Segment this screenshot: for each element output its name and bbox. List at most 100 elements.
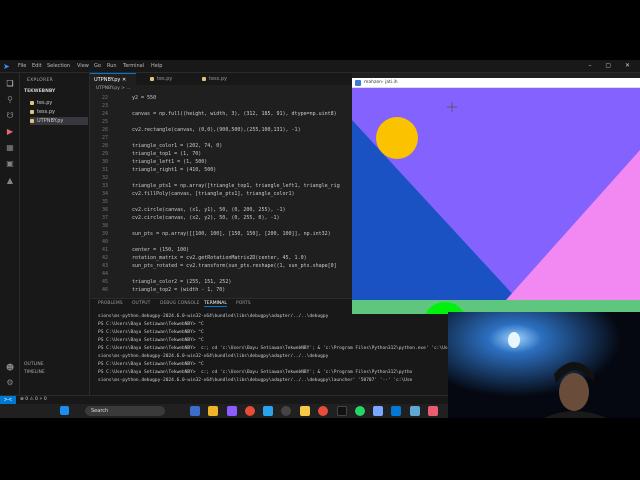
explorer-title: EXPLORER bbox=[27, 78, 54, 83]
menu-file[interactable]: File bbox=[18, 62, 26, 71]
panel-tab-terminal[interactable]: TERMINAL bbox=[204, 301, 227, 307]
menu-help[interactable]: Help bbox=[151, 62, 162, 71]
app-icon[interactable] bbox=[227, 406, 237, 416]
problems-status[interactable]: ⊗ 0 ⚠ 0 ⚡ 0 bbox=[20, 397, 47, 402]
search-label: Search bbox=[91, 408, 109, 414]
tab-label: tes.py bbox=[157, 76, 173, 82]
line-number: 46 bbox=[101, 287, 108, 293]
menu-selection[interactable]: Selection bbox=[47, 62, 70, 71]
chrome-icon[interactable] bbox=[245, 406, 255, 416]
terminal-line: sions\ms-python.debugpy-2024.6.0-win32-x… bbox=[98, 354, 329, 359]
file-label: tess.py bbox=[37, 109, 55, 115]
menu-terminal[interactable]: Terminal bbox=[123, 62, 144, 71]
app-icon[interactable] bbox=[373, 406, 383, 416]
window-controls[interactable]: – ▢ ✕ bbox=[588, 62, 636, 69]
terminal-line: PS C:\Users\Bayu Setiawan\TekwebNBY> c:;… bbox=[98, 346, 448, 351]
letterbox-bottom bbox=[0, 418, 640, 480]
tab-label: tess.py bbox=[209, 76, 227, 82]
vscode-logo-icon: ➤ bbox=[3, 62, 10, 71]
code-editor[interactable]: 22 y2 = 550 23 24 canvas = np.full((height, … bbox=[90, 92, 352, 297]
terminal-line: sions\ms-python.debugpy-2024.6.0-win32-x… bbox=[98, 314, 329, 319]
source-control-icon[interactable]: ☋ bbox=[5, 111, 15, 121]
code-text: rotation_matrix = cv2.getRotationMatrix2… bbox=[132, 255, 307, 261]
file-explorer-icon[interactable] bbox=[208, 406, 218, 416]
file-label: UTPNBY.py bbox=[37, 118, 64, 124]
terminal-line: sions\ms-python.debugpy-2024.6.0-win32-x… bbox=[98, 378, 413, 383]
code-text: canvas = np.full((height, width, 3), (31… bbox=[132, 111, 337, 117]
cv-window-titlebar[interactable]: mahzen- jati.ih bbox=[352, 78, 640, 88]
code-text: cv2.circle(canvas, (x2, y2), 50, (0, 255… bbox=[132, 215, 280, 221]
menu-run[interactable]: Run bbox=[107, 62, 117, 71]
python-icon[interactable] bbox=[410, 406, 420, 416]
terminal-line: PS C:\Users\Bayu Setiawan\TekwebNBY> ^C bbox=[98, 362, 204, 367]
folder-icon[interactable] bbox=[300, 406, 310, 416]
account-icon[interactable]: ☻ bbox=[5, 363, 15, 373]
app-icon[interactable] bbox=[428, 406, 438, 416]
edge-icon[interactable] bbox=[263, 406, 273, 416]
whatsapp-icon[interactable] bbox=[355, 406, 365, 416]
task-view-icon[interactable] bbox=[190, 406, 200, 416]
drawing-canvas[interactable] bbox=[352, 88, 640, 314]
search-icon[interactable]: ⚲ bbox=[5, 95, 15, 105]
code-text: cv2.fillPoly(canvas, [triangle_pts1], tr… bbox=[132, 191, 295, 197]
code-text: sun_pts = np.array([[100, 100], [150, 15… bbox=[132, 231, 331, 237]
code-text: triangle_left1 = (1, 500) bbox=[132, 159, 208, 165]
settings-gear-icon[interactable]: ⚙ bbox=[5, 378, 15, 388]
breadcrumb[interactable]: UTPNBY.py > ... bbox=[96, 86, 131, 91]
windows-start-icon[interactable] bbox=[60, 406, 69, 415]
vscode-titlebar: ➤ File Edit Selection View Go Run Termin… bbox=[0, 60, 640, 73]
code-text: triangle_pts1 = np.array([triangle_top1,… bbox=[132, 183, 340, 189]
yellow-sun bbox=[376, 117, 418, 159]
panel-tab-debug-console[interactable]: DEBUG CONSOLE bbox=[160, 301, 199, 306]
code-text: sun_pts_rotated = cv2.transform(sun_pts.… bbox=[132, 263, 337, 269]
code-line[interactable]: 46 triangle_top2 = (width - 1, 70) bbox=[90, 286, 352, 295]
tab-tes[interactable]: tes.py bbox=[146, 73, 186, 85]
code-text: y2 = 550 bbox=[132, 95, 157, 101]
file-tess-py[interactable]: tess.py bbox=[30, 108, 88, 116]
terminal-line: PS C:\Users\Bayu Setiawan\TekwebNBY> c:;… bbox=[98, 370, 413, 375]
app-icon[interactable] bbox=[318, 406, 328, 416]
menu-view[interactable]: View bbox=[77, 62, 89, 71]
code-text: triangle_right1 = (410, 500) bbox=[132, 167, 217, 173]
python-file-icon bbox=[150, 76, 154, 81]
terminal-line: PS C:\Users\Bayu Setiawan\TekwebNBY> ^C bbox=[98, 322, 204, 327]
webcam-overlay bbox=[448, 312, 640, 418]
explorer-sidebar: EXPLORER TEKWEBNBY tes.py tess.py UTPNBY… bbox=[20, 73, 90, 395]
extensions-icon[interactable]: ▦ bbox=[5, 143, 15, 153]
timeline-section[interactable]: TIMELINE bbox=[24, 370, 45, 375]
tab-tess[interactable]: tess.py bbox=[198, 73, 238, 85]
code-text: triangle_color2 = (255, 151, 252) bbox=[132, 279, 232, 285]
file-label: tes.py bbox=[37, 100, 53, 106]
panel-tab-output[interactable]: OUTPUT bbox=[132, 301, 150, 306]
terminal-line: PS C:\Users\Bayu Setiawan\TekwebNBY> ^C bbox=[98, 338, 204, 343]
webcam-video bbox=[448, 312, 640, 418]
python-file-icon bbox=[30, 118, 34, 123]
menu-go[interactable]: Go bbox=[94, 62, 101, 71]
folder-name[interactable]: TEKWEBNBY bbox=[24, 89, 55, 94]
app-icon bbox=[355, 80, 361, 86]
run-debug-icon[interactable]: ▶ bbox=[5, 127, 15, 137]
file-tes-py[interactable]: tes.py bbox=[30, 99, 88, 107]
opencv-output-window[interactable]: mahzen- jati.ih bbox=[352, 78, 640, 314]
tab-utpnby[interactable]: UTPNBY.py ✕ bbox=[90, 73, 136, 85]
file-utpnby-py[interactable]: UTPNBY.py bbox=[30, 117, 88, 125]
vscode-taskbar-icon[interactable] bbox=[391, 406, 401, 416]
testing-icon[interactable]: ▲ bbox=[5, 176, 15, 186]
explorer-icon[interactable]: ❏ bbox=[5, 79, 15, 89]
taskbar-search[interactable]: Search bbox=[85, 406, 165, 416]
panel-tab-problems[interactable]: PROBLEMS bbox=[98, 301, 123, 306]
code-text: cv2.circle(canvas, (x1, y1), 50, (0, 200… bbox=[132, 207, 286, 213]
tiktok-icon[interactable] bbox=[337, 406, 347, 416]
menu-edit[interactable]: Edit bbox=[32, 62, 42, 71]
tab-label: UTPNBY.py bbox=[94, 77, 121, 83]
remote-explorer-icon[interactable]: ▣ bbox=[5, 159, 15, 169]
panel-tab-ports[interactable]: PORTS bbox=[236, 301, 251, 306]
code-text: triangle_top2 = (width - 1, 70) bbox=[132, 287, 226, 293]
activity-bar: ❏ ⚲ ☋ ▶ ▦ ▣ ▲ ☻ ⚙ bbox=[0, 73, 20, 395]
app-icon[interactable] bbox=[281, 406, 291, 416]
code-text: cv2.rectangle(canvas, (0,0),(900,500),(2… bbox=[132, 127, 301, 133]
python-file-icon bbox=[30, 100, 34, 105]
python-file-icon bbox=[202, 76, 206, 81]
code-text: triangle_top1 = (1, 70) bbox=[132, 151, 202, 157]
outline-section[interactable]: OUTLINE bbox=[24, 362, 44, 367]
